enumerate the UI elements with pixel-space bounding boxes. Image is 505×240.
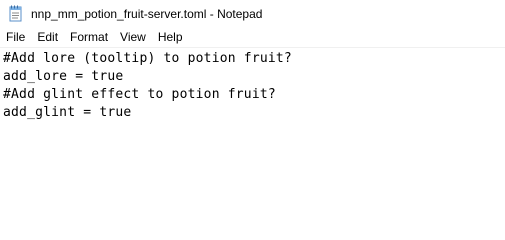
menu-edit[interactable]: Edit	[31, 28, 64, 47]
notepad-window: nnp_mm_potion_fruit-server.toml - Notepa…	[0, 0, 505, 234]
editor-line[interactable]: add_glint = true	[3, 104, 505, 122]
window-title: nnp_mm_potion_fruit-server.toml - Notepa…	[31, 7, 263, 21]
menu-view[interactable]: View	[114, 28, 152, 47]
title-bar[interactable]: nnp_mm_potion_fruit-server.toml - Notepa…	[0, 0, 505, 28]
menu-format[interactable]: Format	[64, 28, 114, 47]
menu-help[interactable]: Help	[152, 28, 189, 47]
editor-line[interactable]: #Add lore (tooltip) to potion fruit?	[3, 50, 505, 68]
editor-line[interactable]: add_lore = true	[3, 68, 505, 86]
text-editor-area[interactable]: #Add lore (tooltip) to potion fruit? add…	[0, 47, 505, 234]
editor-line[interactable]: #Add glint effect to potion fruit?	[3, 86, 505, 104]
menu-bar: File Edit Format View Help	[0, 28, 505, 47]
notepad-icon[interactable]	[8, 5, 24, 22]
menu-file[interactable]: File	[0, 28, 31, 47]
